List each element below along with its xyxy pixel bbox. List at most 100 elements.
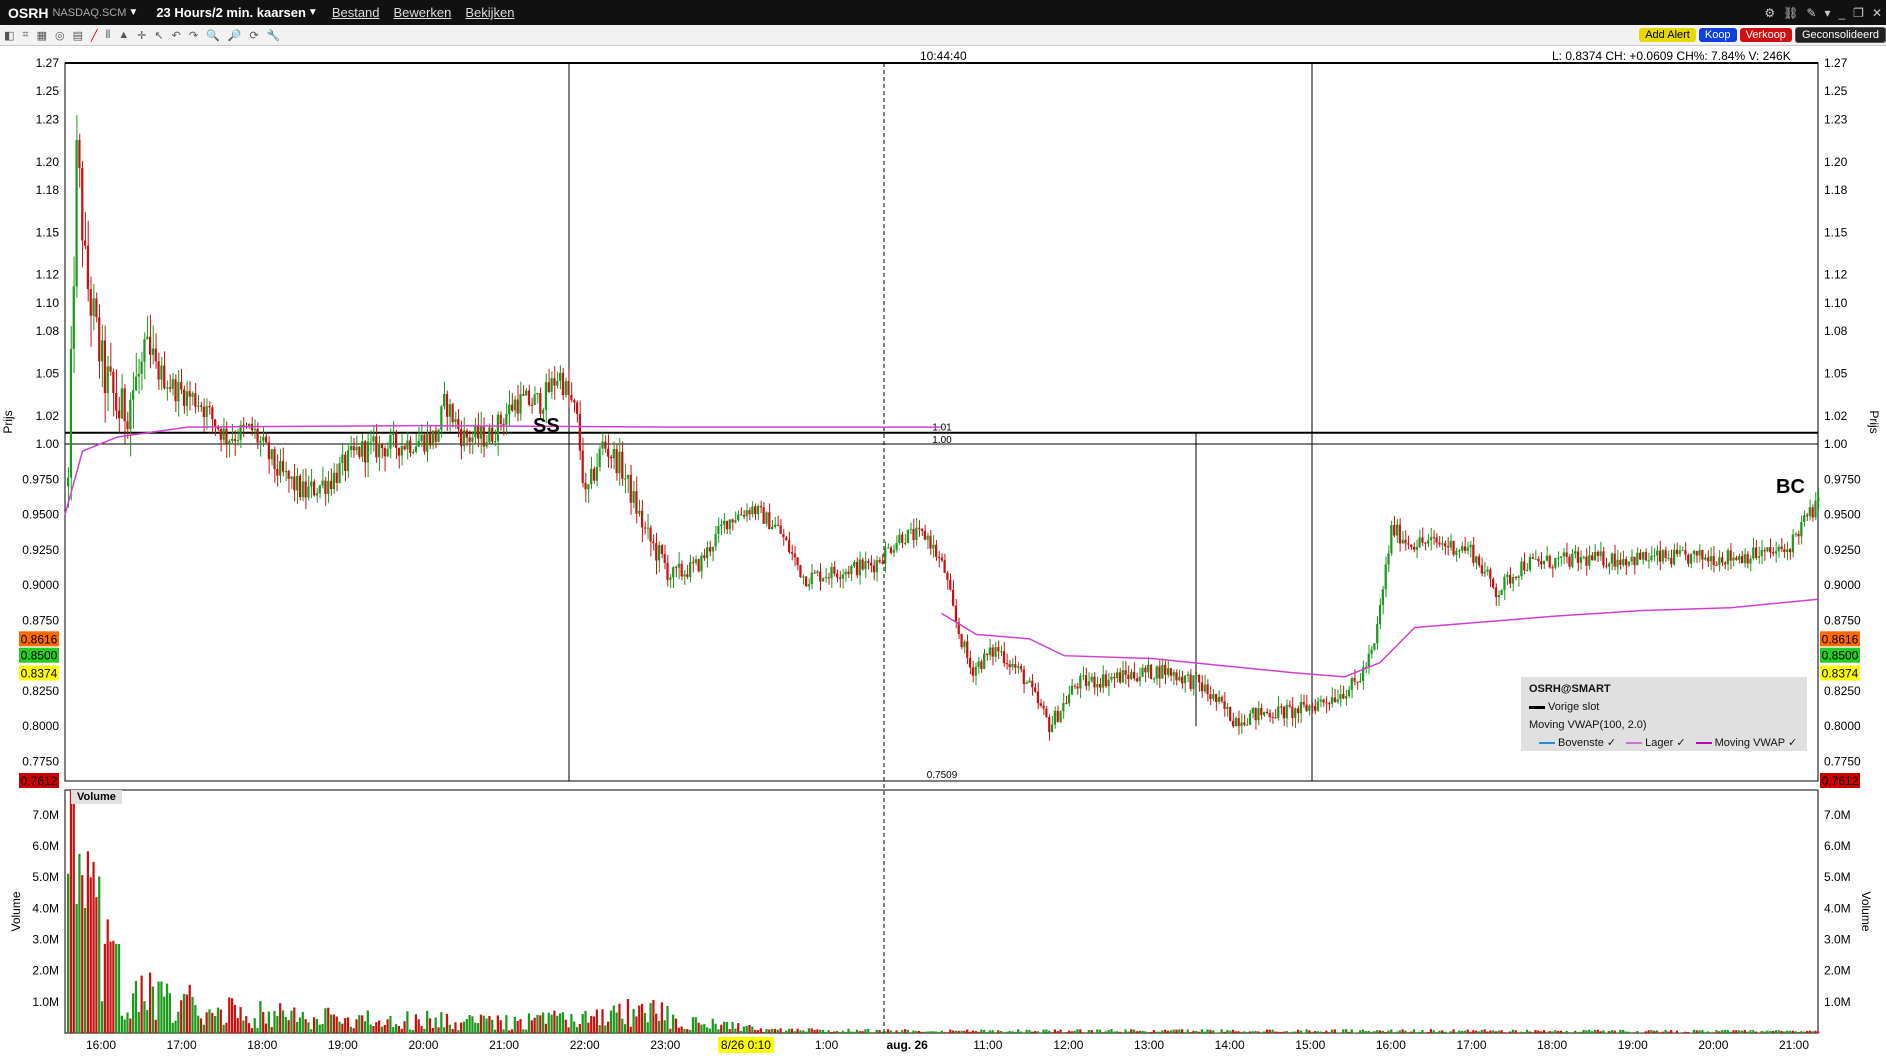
redo-icon[interactable]: ↷ (189, 29, 198, 42)
candle-body (570, 394, 573, 401)
period-selector[interactable]: 23 Hours/2 min. kaarsen (156, 5, 306, 20)
volume-bar (1096, 1029, 1099, 1033)
symbol-label[interactable]: OSRH (8, 5, 48, 21)
candle-body (632, 491, 635, 503)
volume-bar (1192, 1030, 1195, 1033)
menu-bekijken[interactable]: Bekijken (465, 5, 514, 20)
volume-bar (1735, 1030, 1738, 1033)
candle-body (205, 406, 208, 418)
crosshair-time: 10:44:40 (920, 49, 967, 63)
area-icon[interactable]: ▲ (118, 29, 129, 41)
candle-body (1658, 550, 1662, 562)
tool-icon[interactable]: ◧ (4, 29, 14, 42)
volume-bar (1082, 1032, 1085, 1033)
candle-body (1653, 555, 1656, 557)
candle-body (799, 565, 802, 578)
legend-item-lower[interactable]: Lager ✓ (1626, 736, 1686, 749)
candle-body (581, 450, 584, 484)
volume-bar (199, 1018, 203, 1033)
volume-bar (358, 1015, 361, 1033)
add-alert-button[interactable]: Add Alert (1639, 28, 1696, 42)
bars-icon[interactable]: ⫴ (106, 29, 111, 42)
chevron-down-icon[interactable]: ▼ (128, 7, 138, 18)
candle-body (1441, 543, 1444, 545)
volume-bar (1554, 1030, 1557, 1033)
volume-bar (609, 1010, 613, 1033)
buy-button[interactable]: Koop (1698, 28, 1737, 42)
close-icon[interactable]: ✕ (1872, 6, 1882, 20)
volume-bar (146, 1010, 149, 1033)
volume-bar (1056, 1031, 1059, 1033)
tool-icon[interactable]: ▤ (73, 29, 83, 42)
price-tick-right: 0.7750 (1824, 755, 1861, 769)
candle-body (1359, 680, 1362, 683)
volume-bar (1627, 1031, 1630, 1033)
legend-item-vwap[interactable]: Moving VWAP ✓ (1695, 736, 1797, 749)
volume-bar (1599, 1031, 1602, 1033)
volume-bar (1008, 1031, 1011, 1033)
volume-bar (807, 1028, 811, 1033)
volume-bar (542, 1012, 545, 1033)
legend-indicator[interactable]: Moving VWAP(100, 2.0) (1529, 719, 1647, 731)
chevron-down-icon[interactable]: ▼ (308, 7, 318, 18)
candle-body (143, 339, 146, 362)
candle-body (544, 382, 548, 410)
price-tick-right: 1.18 (1824, 183, 1848, 197)
minimize-icon[interactable]: _ (1838, 6, 1845, 20)
undo-icon[interactable]: ↶ (172, 29, 181, 42)
pin-icon[interactable]: ✎ (1806, 6, 1816, 20)
zoom-out-icon[interactable]: 🔎 (228, 29, 242, 42)
candle-body (754, 506, 757, 515)
candle-body (638, 510, 641, 514)
gear-icon[interactable]: ⚙ (1764, 6, 1775, 20)
refresh-icon[interactable]: ⟳ (249, 29, 258, 42)
price-tick-right: 1.23 (1824, 112, 1848, 126)
volume-bar (821, 1029, 825, 1033)
volume-bar (1630, 1032, 1633, 1033)
volume-bar (1017, 1029, 1020, 1033)
volume-bar (1333, 1029, 1336, 1033)
cursor-icon[interactable]: ↖ (154, 29, 163, 42)
volume-bar (932, 1031, 935, 1033)
candle-body (1243, 722, 1246, 725)
sell-button[interactable]: Verkoop (1739, 28, 1792, 42)
chevron-down-icon[interactable]: ▾ (1824, 6, 1830, 20)
indicator-legend: OSRH@SMART Vorige slot Moving VWAP(100, … (1521, 677, 1807, 751)
restore-icon[interactable]: ❐ (1853, 6, 1864, 20)
legend-item-upper[interactable]: Bovenste ✓ (1539, 736, 1616, 749)
menu-bewerken[interactable]: Bewerken (394, 5, 452, 20)
wrench-icon[interactable]: 🔧 (267, 29, 281, 42)
pencil-icon[interactable]: ╱ (91, 29, 98, 42)
volume-bar (872, 1032, 876, 1033)
candle-body (366, 441, 369, 463)
candle-body (595, 466, 598, 481)
volume-bar (1641, 1032, 1645, 1033)
candle-body (1630, 556, 1633, 562)
volume-bar (595, 1009, 598, 1033)
volume-bar (530, 1020, 533, 1033)
volume-bar (1087, 1030, 1090, 1033)
consolidated-button[interactable]: Geconsolideerd (1794, 27, 1886, 43)
candle-body (1664, 550, 1667, 559)
menu-bestand[interactable]: Bestand (332, 5, 380, 20)
candle-body (293, 476, 296, 491)
candle-body (140, 361, 143, 374)
tool-icon[interactable]: ◎ (55, 29, 65, 42)
candle-body (1370, 649, 1373, 654)
candle-body (329, 480, 333, 490)
link-icon[interactable]: ⛓ (1783, 6, 1798, 20)
tool-icon[interactable]: ▦ (37, 29, 47, 42)
volume-bar (383, 1024, 386, 1033)
candle-body (1760, 550, 1763, 557)
volume-bar (632, 1008, 635, 1033)
price-chart[interactable]: 1.27 1.27 1.25 1.25 1.23 1.23 1.20 1.20 1.18 1.18… (0, 45, 1886, 1056)
tool-icon[interactable]: ⌗ (22, 29, 28, 42)
crosshair-icon[interactable]: ✛ (137, 29, 146, 42)
candle-body (1115, 672, 1119, 679)
volume-bar (1014, 1031, 1017, 1033)
volume-bar (657, 1020, 661, 1033)
candle-body (1090, 676, 1093, 682)
candle-body (1294, 708, 1297, 718)
volume-bar (1113, 1031, 1116, 1033)
zoom-in-icon[interactable]: 🔍 (206, 29, 220, 42)
